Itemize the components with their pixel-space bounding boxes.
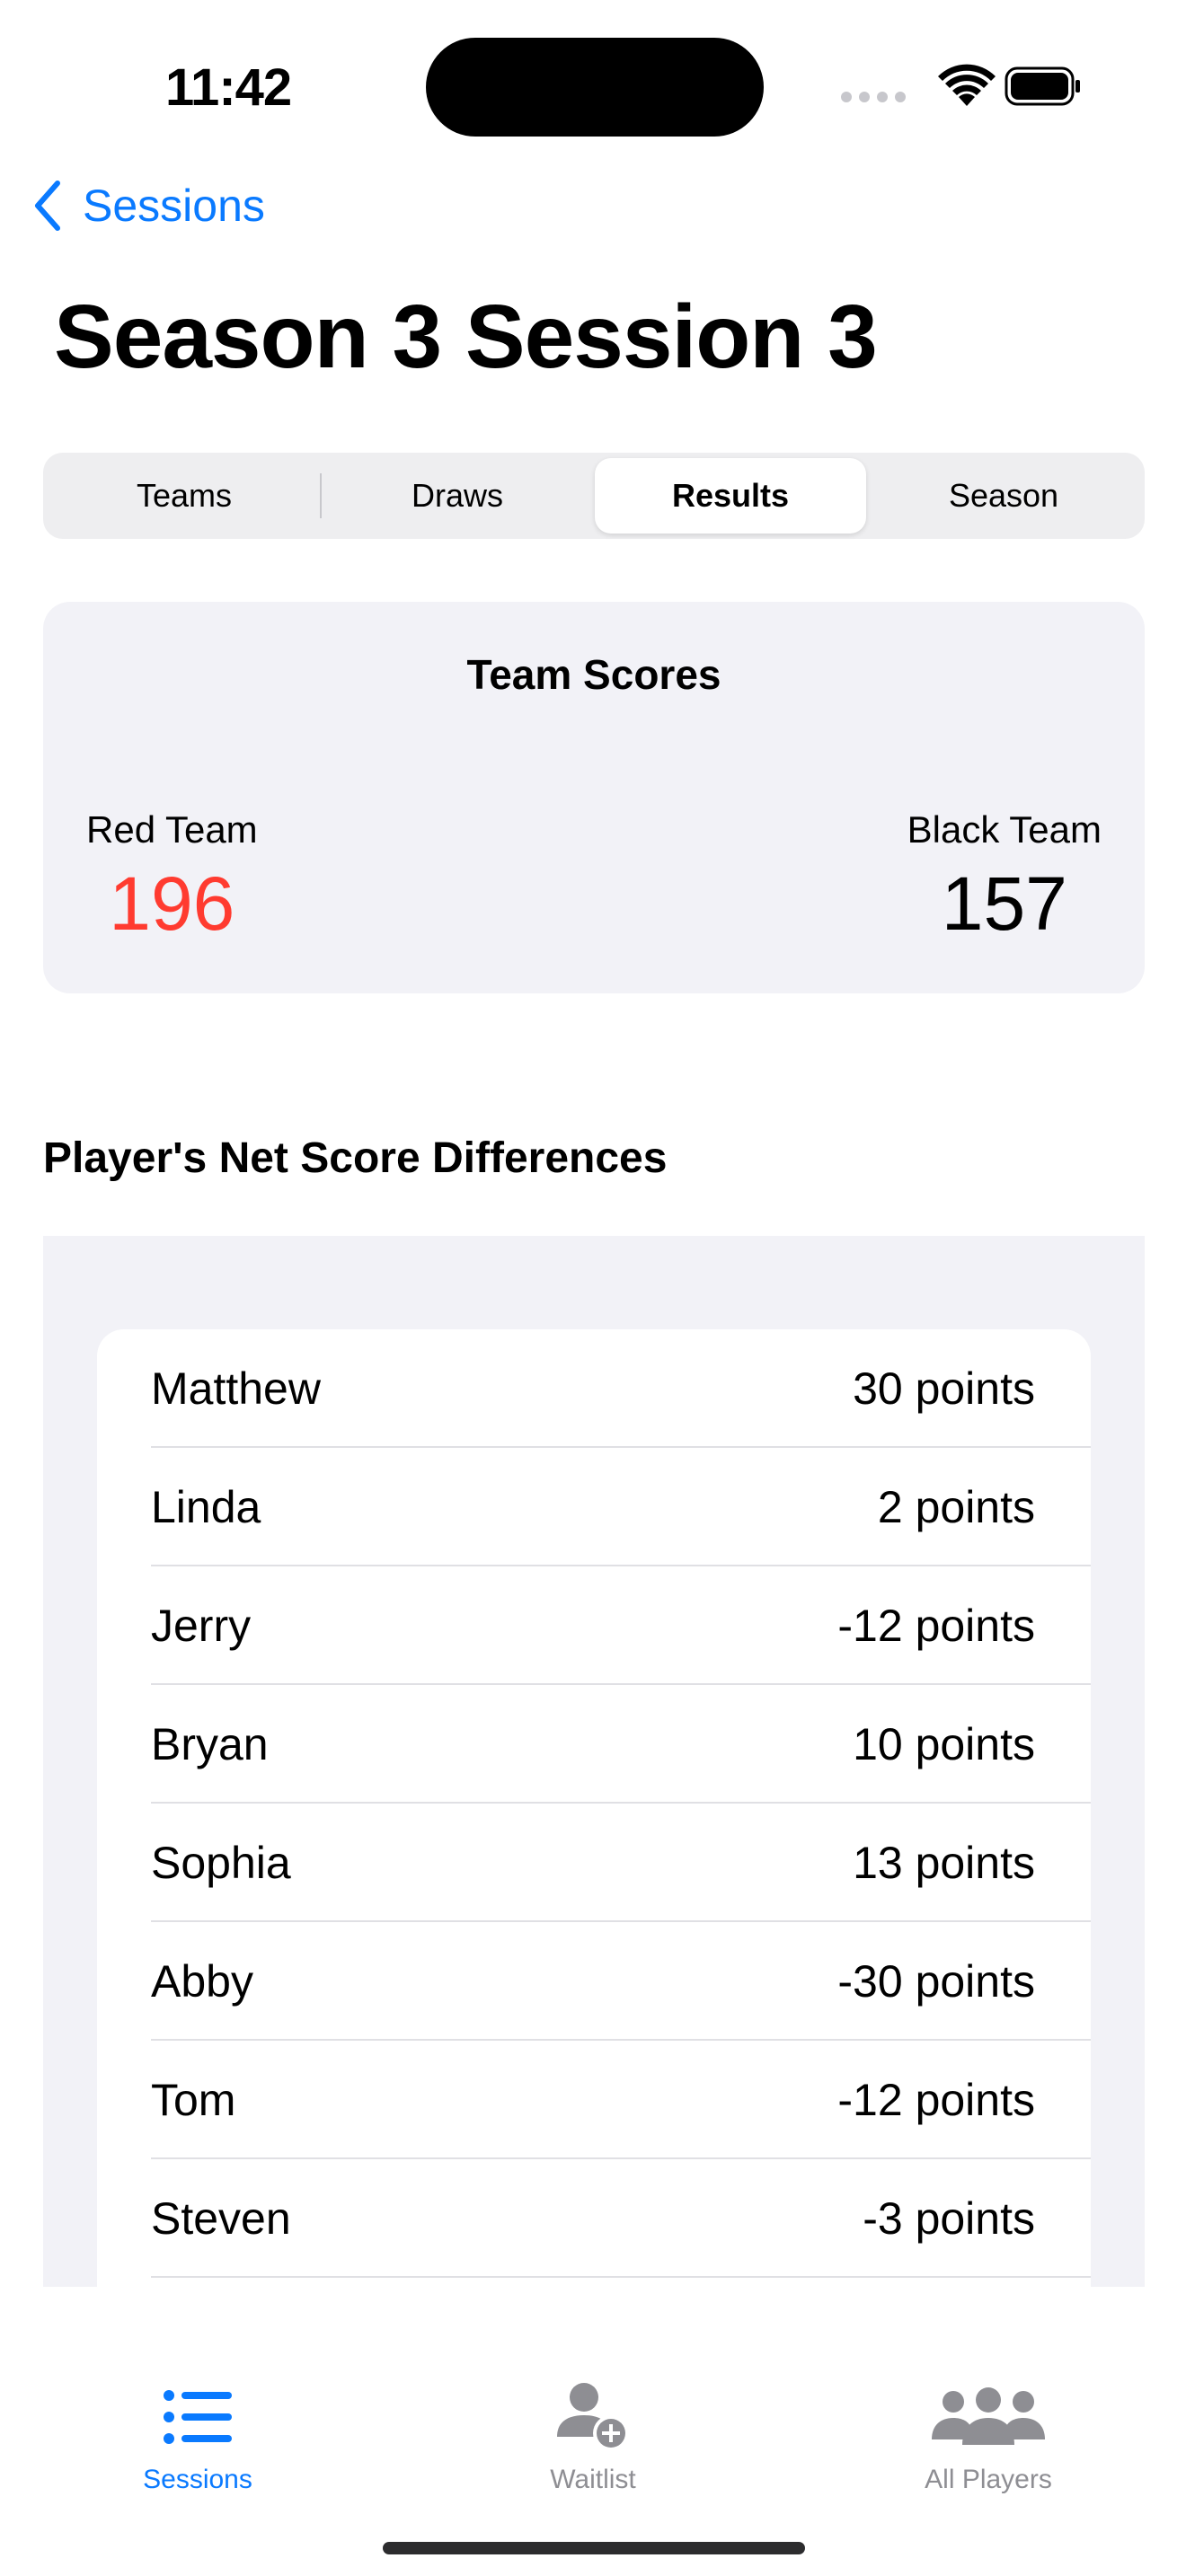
list-item[interactable]: Steven -3 points (97, 2159, 1091, 2278)
player-list: Matthew 30 points Linda 2 points Jerry -12 … (97, 1329, 1091, 2287)
chevron-left-icon (35, 181, 60, 231)
status-time: 11:42 (165, 58, 292, 117)
list-icon (164, 2390, 232, 2444)
player-points: 2 points (877, 1482, 1035, 1532)
list-item[interactable]: Linda 2 points (97, 1448, 1091, 1566)
tab-waitlist-label: Waitlist (550, 2465, 636, 2494)
tab-all-players[interactable]: All Players (854, 2377, 1123, 2495)
segment-season[interactable]: Season (868, 458, 1139, 534)
player-list-container[interactable]: Matthew 30 points Linda 2 points Jerry -12 … (43, 1236, 1145, 2287)
list-item[interactable]: Jerry -12 points (97, 1566, 1091, 1685)
segment-results[interactable]: Results (595, 458, 866, 534)
team-scores-title: Team Scores (466, 651, 721, 698)
black-team-block: Black Team 157 (907, 808, 1102, 948)
home-indicator[interactable] (383, 2542, 805, 2554)
list-item[interactable]: Bryan 10 points (97, 1685, 1091, 1804)
list-item[interactable]: Abby -30 points (97, 1922, 1091, 2041)
tab-sessions-label: Sessions (143, 2465, 252, 2494)
player-points: -3 points (863, 2193, 1035, 2244)
battery-icon (1005, 66, 1080, 106)
segmented-control: Teams Draws Results Season (43, 453, 1145, 539)
back-label: Sessions (83, 181, 265, 231)
status-icons (839, 59, 1082, 113)
wifi-icon (938, 64, 996, 106)
team-scores-card: Team Scores Red Team 196 Black Team 157 (43, 602, 1145, 993)
black-team-score: 157 (941, 861, 1067, 946)
player-points: -30 points (837, 1956, 1035, 2007)
black-team-name: Black Team (907, 808, 1102, 851)
red-team-score: 196 (109, 861, 235, 946)
back-button[interactable]: Sessions (32, 180, 265, 232)
tab-waitlist[interactable]: Waitlist (458, 2377, 728, 2495)
player-name: Steven (151, 2193, 291, 2244)
player-name: Bryan (151, 1719, 269, 1769)
tab-sessions[interactable]: Sessions (63, 2377, 332, 2495)
player-name: Linda (151, 1482, 261, 1532)
cellular-icon (841, 92, 906, 102)
dynamic-island (426, 38, 764, 137)
people-icon (932, 2387, 1045, 2445)
list-item[interactable] (97, 2278, 1091, 2287)
player-name: Matthew (151, 1363, 321, 1414)
list-item[interactable]: Matthew 30 points (97, 1329, 1091, 1448)
tab-all-players-label: All Players (925, 2465, 1052, 2494)
red-team-block: Red Team 196 (86, 808, 258, 948)
player-points: 30 points (853, 1363, 1035, 1414)
segment-draws[interactable]: Draws (322, 458, 593, 534)
player-points: -12 points (837, 2075, 1035, 2125)
page-title: Season 3 Session 3 (54, 287, 878, 387)
player-name: Jerry (151, 1601, 252, 1651)
player-points: 10 points (853, 1719, 1035, 1769)
player-name: Abby (151, 1956, 253, 2007)
player-name: Tom (151, 2075, 236, 2125)
player-points: -12 points (837, 1601, 1035, 1651)
tab-bar: Sessions Waitlist All Players (0, 2287, 1186, 2576)
player-points: 13 points (853, 1838, 1035, 1888)
player-name: Sophia (151, 1838, 291, 1888)
person-add-icon (557, 2383, 629, 2451)
red-team-name: Red Team (86, 808, 258, 851)
net-score-section-title: Player's Net Score Differences (43, 1134, 668, 1182)
list-item[interactable]: Tom -12 points (97, 2041, 1091, 2159)
segment-teams[interactable]: Teams (49, 458, 320, 534)
list-item[interactable]: Sophia 13 points (97, 1804, 1091, 1922)
